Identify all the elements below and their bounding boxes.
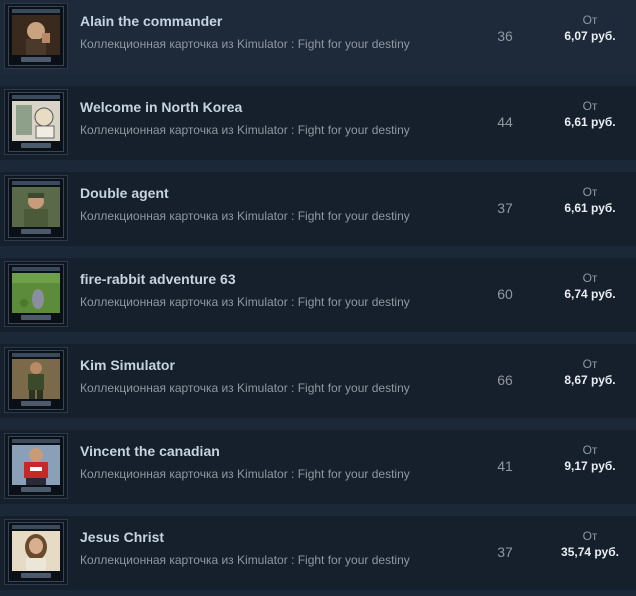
item-game-subtitle: Коллекционная карточка из Kimulator : Fi… (80, 37, 410, 51)
listing-row[interactable]: Double agent Коллекционная карточка из K… (0, 172, 636, 246)
card-thumbnail (4, 175, 68, 241)
listing-quantity: 44 (497, 114, 513, 130)
price-from-label: От (582, 271, 598, 285)
listing-quantity: 41 (497, 458, 513, 474)
starting-price: 6,61 руб. (564, 115, 616, 129)
starting-price: 8,67 руб. (564, 373, 616, 387)
item-game-subtitle: Коллекционная карточка из Kimulator : Fi… (80, 467, 410, 481)
price-from-label: От (582, 13, 598, 27)
card-thumbnail (4, 89, 68, 155)
listing-row[interactable]: Welcome in North Korea Коллекционная кар… (0, 86, 636, 160)
portrait-icon (12, 15, 60, 55)
price-from-label: От (582, 185, 598, 199)
card-thumbnail (4, 347, 68, 413)
price-from-label: От (582, 529, 598, 543)
card-thumbnail (4, 519, 68, 585)
market-listing-list: Alain the commander Коллекционная карточ… (0, 0, 636, 596)
card-thumbnail (4, 433, 68, 499)
item-name[interactable]: Vincent the canadian (80, 443, 220, 459)
starting-price: 6,61 руб. (564, 201, 616, 215)
starting-price: 6,74 руб. (564, 287, 616, 301)
item-game-subtitle: Коллекционная карточка из Kimulator : Fi… (80, 295, 410, 309)
listing-quantity: 36 (497, 28, 513, 44)
starting-price: 9,17 руб. (564, 459, 616, 473)
figure-icon (12, 359, 60, 399)
listing-row[interactable]: fire-rabbit adventure 63 Коллекционная к… (0, 258, 636, 332)
price-from-label: От (582, 99, 598, 113)
item-name[interactable]: Welcome in North Korea (80, 99, 242, 115)
price-from-label: От (582, 357, 598, 371)
listing-quantity: 37 (497, 544, 513, 560)
soldier-icon (12, 187, 60, 227)
item-name[interactable]: Jesus Christ (80, 529, 164, 545)
red-shirt-icon (12, 445, 60, 485)
listing-row[interactable]: Jesus Christ Коллекционная карточка из K… (0, 516, 636, 590)
listing-quantity: 37 (497, 200, 513, 216)
listing-row[interactable]: Alain the commander Коллекционная карточ… (0, 0, 636, 74)
listing-row[interactable]: Kim Simulator Коллекционная карточка из … (0, 344, 636, 418)
listing-row[interactable]: Vincent the canadian Коллекционная карто… (0, 430, 636, 504)
starting-price: 6,07 руб. (564, 29, 616, 43)
item-name[interactable]: Double agent (80, 185, 169, 201)
card-thumbnail (4, 3, 68, 69)
field-icon (12, 273, 60, 313)
item-name[interactable]: Kim Simulator (80, 357, 175, 373)
listing-quantity: 60 (497, 286, 513, 302)
price-from-label: От (582, 443, 598, 457)
item-game-subtitle: Коллекционная карточка из Kimulator : Fi… (80, 553, 410, 567)
card-thumbnail (4, 261, 68, 327)
item-game-subtitle: Коллекционная карточка из Kimulator : Fi… (80, 209, 410, 223)
item-game-subtitle: Коллекционная карточка из Kimulator : Fi… (80, 123, 410, 137)
bearded-portrait-icon (12, 531, 60, 571)
item-game-subtitle: Коллекционная карточка из Kimulator : Fi… (80, 381, 410, 395)
poster-icon (12, 101, 60, 141)
item-name[interactable]: Alain the commander (80, 13, 222, 29)
starting-price: 35,74 руб. (561, 545, 619, 559)
item-name[interactable]: fire-rabbit adventure 63 (80, 271, 236, 287)
listing-quantity: 66 (497, 372, 513, 388)
